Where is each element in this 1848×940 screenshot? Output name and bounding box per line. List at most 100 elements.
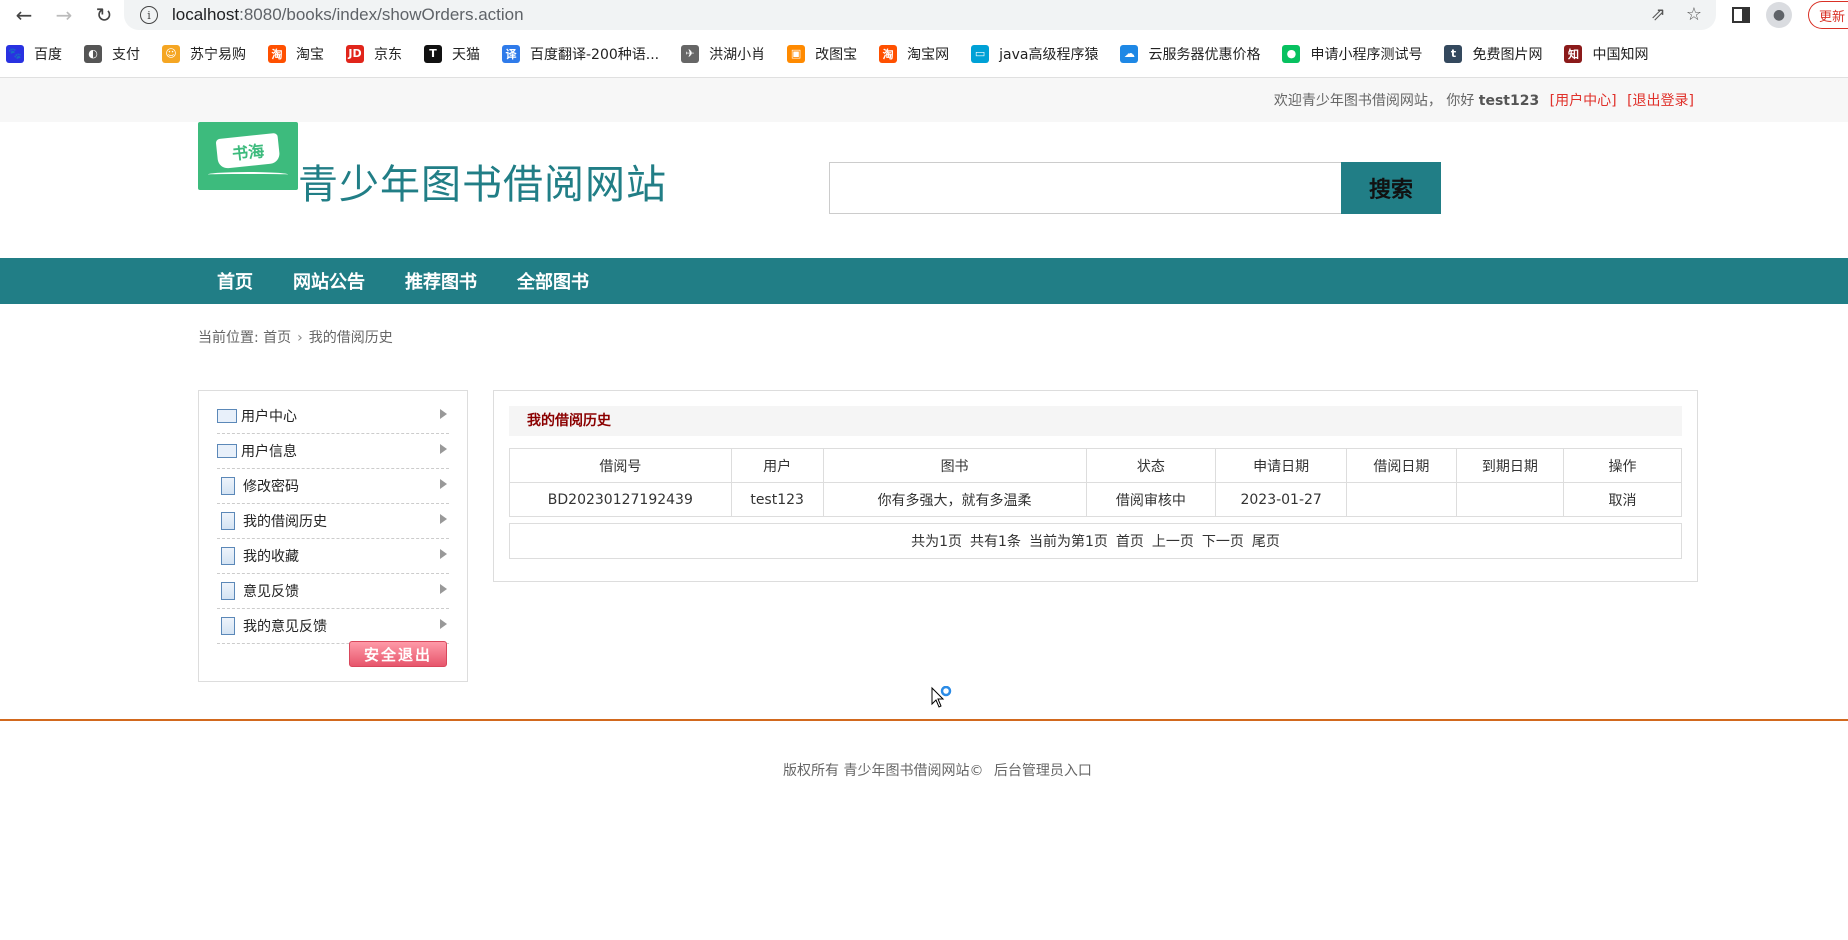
- bookmark-item[interactable]: ▭ java高级程序猿: [971, 44, 1098, 64]
- document-icon: [221, 477, 235, 495]
- bookmark-label: 免费图片网: [1472, 46, 1543, 63]
- table-row: BD20230127192439 test123 你有多强大，就有多温柔 借阅审核中 2…: [509, 482, 1682, 517]
- table-cell: 你有多强大，就有多温柔: [822, 482, 1087, 517]
- bookmark-label: 支付: [112, 46, 140, 63]
- bookmark-label: 苏宁易购: [190, 46, 246, 63]
- pager-last-link[interactable]: 尾页: [1252, 531, 1280, 551]
- url-text[interactable]: localhost:8080/books/index/showOrders.ac…: [172, 5, 524, 25]
- sidebar-item[interactable]: 意见反馈: [217, 574, 449, 609]
- column-header: 操作: [1563, 448, 1682, 483]
- breadcrumb-prefix: 当前位置:: [198, 330, 259, 346]
- arrow-right-icon: [440, 444, 447, 454]
- share-icon[interactable]: ⇗: [1651, 4, 1666, 25]
- sidebar-item[interactable]: 修改密码: [217, 469, 449, 504]
- back-arrow-icon[interactable]: ←: [10, 1, 38, 29]
- bookmark-label: 百度: [34, 46, 62, 63]
- forward-arrow-icon[interactable]: →: [50, 1, 78, 29]
- breadcrumb-current: 我的借阅历史: [308, 330, 393, 346]
- bookmark-favicon-icon: JD: [346, 44, 364, 63]
- pager-first-link[interactable]: 首页: [1116, 531, 1144, 551]
- bookmark-item[interactable]: JD 京东: [346, 44, 402, 64]
- bookmark-favicon-icon: t: [1444, 44, 1463, 63]
- url-host: localhost: [172, 5, 240, 24]
- bookmark-favicon-icon: 淘: [879, 44, 898, 63]
- sidebar-item-label: 修改密码: [243, 479, 299, 495]
- document-icon: [221, 582, 235, 600]
- table-cell: test123: [730, 482, 824, 517]
- bookmark-label: 京东: [374, 46, 402, 63]
- bookmark-favicon-icon: ☁: [1120, 44, 1139, 63]
- sidebar-item-label: 我的意见反馈: [243, 619, 327, 635]
- pager-total-pages: 共为1页: [911, 534, 963, 550]
- search-button[interactable]: 搜索: [1341, 162, 1441, 214]
- logo-text: 书海: [231, 140, 266, 164]
- sidebar-item[interactable]: 我的意见反馈: [217, 609, 449, 644]
- sidebar-item[interactable]: 我的借阅历史: [217, 504, 449, 539]
- sidebar-item[interactable]: 用户中心: [217, 399, 449, 434]
- sidebar-item-label: 意见反馈: [243, 584, 299, 600]
- sidebar-item[interactable]: 用户信息: [217, 434, 449, 469]
- sidebar-item-label: 我的收藏: [243, 549, 299, 565]
- url-path: :8080/books/index/showOrders.action: [239, 5, 524, 24]
- bookmark-item[interactable]: 淘淘宝网: [879, 44, 949, 64]
- pager-prev-link[interactable]: 上一页: [1152, 531, 1194, 551]
- bookmark-favicon-icon: 知: [1564, 44, 1583, 63]
- orders-table: 借阅号 用户 图书 状态 申请日期 借阅日期 到期日期 操作 BD20230127192439…: [509, 448, 1682, 517]
- cancel-order-link[interactable]: 取消: [1563, 482, 1682, 517]
- bookmark-label: 淘宝网: [907, 46, 950, 63]
- bookmark-item[interactable]: ✈ 洪湖小肖: [681, 44, 765, 64]
- table-header-row: 借阅号 用户 图书 状态 申请日期 借阅日期 到期日期 操作: [509, 448, 1682, 483]
- site-logo[interactable]: 书海: [198, 122, 298, 190]
- address-bar[interactable]: i localhost:8080/books/index/showOrders.…: [124, 0, 1716, 30]
- search-input[interactable]: [829, 162, 1341, 214]
- arrow-right-icon: [440, 619, 447, 629]
- bookmark-favicon-icon: ▣: [787, 44, 806, 63]
- column-header: 状态: [1085, 448, 1217, 483]
- update-button[interactable]: 更新: [1808, 1, 1848, 29]
- bookmark-item[interactable]: ● 申请小程序测试号: [1282, 44, 1422, 64]
- bookmark-item[interactable]: t 免费图片网: [1444, 44, 1542, 64]
- logout-link[interactable]: [退出登录]: [1627, 93, 1694, 109]
- bookmark-label: 洪湖小肖: [709, 46, 766, 63]
- site-info-icon[interactable]: i: [140, 6, 158, 24]
- profile-icon[interactable]: ●: [1766, 2, 1792, 28]
- sidebar-item-label: 用户信息: [241, 444, 297, 460]
- document-icon: [221, 617, 235, 635]
- bookmark-favicon-icon: ●: [1282, 44, 1301, 63]
- main-nav: 首页 网站公告 推荐图书 全部图书: [0, 258, 1848, 304]
- bookmark-item[interactable]: ▣ 改图宝: [787, 44, 857, 64]
- bookmark-item[interactable]: ☺ 苏宁易购: [162, 44, 246, 64]
- reload-icon[interactable]: ↻: [90, 1, 118, 29]
- bookmark-label: 天猫: [452, 46, 480, 63]
- side-panel-icon[interactable]: [1732, 7, 1750, 23]
- logo-wave: [208, 171, 288, 177]
- nav-item[interactable]: 全部图书: [517, 268, 589, 294]
- panel-title: 我的借阅历史: [509, 406, 1682, 436]
- column-header: 借阅日期: [1346, 448, 1457, 483]
- user-sidebar: 用户中心用户信息修改密码我的借阅历史我的收藏意见反馈我的意见反馈 安全退出: [198, 390, 468, 682]
- bookmark-favicon-icon: 🐾: [6, 44, 24, 63]
- nav-item[interactable]: 推荐图书: [405, 268, 477, 294]
- nav-item[interactable]: 网站公告: [293, 268, 365, 294]
- safe-logout-button[interactable]: 安全退出: [349, 641, 447, 667]
- bookmark-item[interactable]: 译百度翻译-200种语...: [502, 44, 659, 64]
- id-card-icon: [217, 409, 237, 423]
- main-panel: 我的借阅历史 借阅号 用户 图书 状态 申请日期 借阅日期 到期日期 操作 BD2023012…: [493, 390, 1698, 582]
- pager-next-link[interactable]: 下一页: [1202, 531, 1244, 551]
- breadcrumb-home-link[interactable]: 首页: [263, 330, 291, 346]
- bookmark-item[interactable]: 🐾 百度: [6, 44, 62, 64]
- user-center-link[interactable]: [用户中心]: [1550, 93, 1617, 109]
- arrow-right-icon: [440, 514, 447, 524]
- top-welcome-bar: 欢迎青少年图书借阅网站， 你好 test123 [用户中心] [退出登录]: [0, 78, 1848, 122]
- bookmark-favicon-icon: T: [424, 44, 442, 63]
- bookmark-item[interactable]: 知中国知网: [1564, 44, 1648, 64]
- sidebar-item[interactable]: 我的收藏: [217, 539, 449, 574]
- bookmark-item[interactable]: 淘淘宝: [268, 44, 324, 64]
- bookmark-item[interactable]: ◐ 支付: [84, 44, 140, 64]
- nav-item[interactable]: 首页: [217, 268, 253, 294]
- bookmark-item[interactable]: T 天猫: [424, 44, 480, 64]
- pager-total-items: 共有1条: [970, 534, 1021, 550]
- bookmark-star-icon[interactable]: ☆: [1686, 4, 1702, 25]
- admin-entry-link[interactable]: 后台管理员入口: [994, 763, 1092, 779]
- bookmark-item[interactable]: ☁ 云服务器优惠价格: [1120, 44, 1260, 64]
